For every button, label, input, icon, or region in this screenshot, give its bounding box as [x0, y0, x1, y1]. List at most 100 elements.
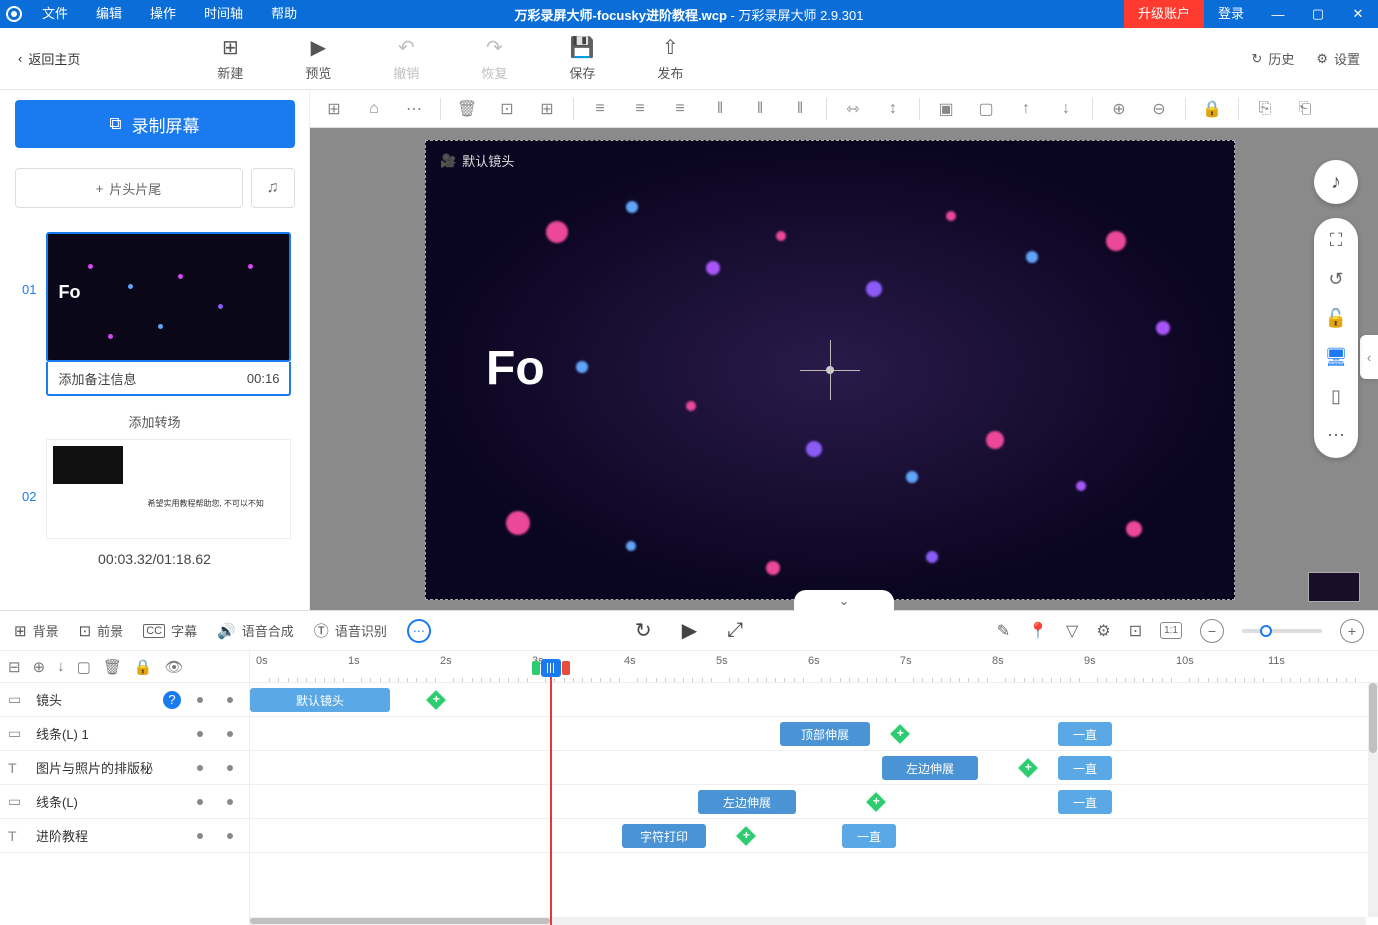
menu-help[interactable]: 帮助 — [257, 0, 311, 28]
menu-timeline[interactable]: 时间轴 — [190, 0, 257, 28]
close-button[interactable]: ✕ — [1338, 0, 1378, 28]
more-tabs-button[interactable]: ⋯ — [407, 619, 431, 643]
sort-icon[interactable]: ↓ — [57, 658, 65, 675]
save-button[interactable]: 💾保存 — [552, 35, 612, 82]
clip-item-1[interactable]: 01 Fo 添加备注信息 00:16 — [12, 232, 297, 396]
home-icon[interactable]: ⌂ — [356, 94, 392, 124]
track-area[interactable]: 0s1s2s3s4s5s6s7s8s9s10s11s 默认镜头顶部伸展一直左边伸… — [250, 651, 1378, 925]
publish-button[interactable]: ⇧发布 — [640, 35, 700, 82]
menu-file[interactable]: 文件 — [28, 0, 82, 28]
tab-background[interactable]: ⊞背景 — [14, 621, 59, 640]
maximize-button[interactable]: ▢ — [1298, 0, 1338, 28]
align-center-icon[interactable]: ≡ — [622, 94, 658, 124]
pin-icon[interactable]: 📍 — [1028, 621, 1048, 641]
stage[interactable]: 🎥 默认镜头 Fo — [425, 140, 1235, 600]
clip-item-2[interactable]: 02 希望实用教程帮助您, 不可以不知 — [12, 439, 297, 539]
time-ruler[interactable]: 0s1s2s3s4s5s6s7s8s9s10s11s — [250, 651, 1378, 683]
keyframe-add[interactable] — [425, 689, 448, 712]
fit-icon[interactable]: 1:1 — [1160, 622, 1182, 639]
more-float-icon[interactable]: ⋯ — [1327, 425, 1345, 446]
lock-icon[interactable]: 🔓 — [1325, 308, 1347, 329]
login-button[interactable]: 登录 — [1204, 0, 1258, 28]
keyframe-add[interactable] — [1017, 757, 1040, 780]
delete-icon[interactable]: 🗑 — [103, 658, 122, 676]
track[interactable]: 顶部伸展 一直 — [250, 717, 1378, 751]
fullscreen-icon[interactable]: ⛶ — [1330, 230, 1343, 251]
dist-h-icon[interactable]: ⇿ — [835, 94, 871, 124]
zoom-out-timeline[interactable]: − — [1200, 619, 1224, 643]
expand-button[interactable]: ⤢ — [727, 619, 743, 642]
filter2-icon[interactable]: ▢ — [77, 658, 91, 676]
expand-tab[interactable]: ‹ — [1360, 335, 1378, 379]
track[interactable]: 默认镜头 — [250, 683, 1378, 717]
redo-button[interactable]: ↷恢复 — [464, 35, 524, 82]
clip-block[interactable]: 左边伸展 — [698, 790, 796, 814]
settings2-icon[interactable]: ⚙ — [1096, 621, 1110, 641]
track-row[interactable]: T图片与照片的排版秘 — [0, 751, 249, 785]
clip-block[interactable]: 一直 — [842, 824, 896, 848]
tool-icon[interactable]: ⊞ — [529, 94, 565, 124]
record-screen-button[interactable]: ⧉ 录制屏幕 — [15, 100, 295, 148]
zoom-in-icon[interactable]: ⊕ — [1101, 94, 1137, 124]
layer-back-icon[interactable]: ▢ — [968, 94, 1004, 124]
align-bottom-icon[interactable]: ‖ — [782, 94, 818, 124]
mini-thumbnail[interactable] — [1308, 572, 1360, 602]
undo-button[interactable]: ↶撤销 — [376, 35, 436, 82]
selection-icon[interactable]: ⊡ — [1129, 621, 1142, 641]
dist-v-icon[interactable]: ↕ — [875, 94, 911, 124]
menu-operate[interactable]: 操作 — [136, 0, 190, 28]
track-row[interactable]: ▭线条(L) 1 — [0, 717, 249, 751]
help-icon[interactable]: ? — [163, 691, 181, 709]
music-button[interactable]: ♫ — [251, 168, 295, 208]
focus-icon[interactable]: ⊡ — [489, 94, 525, 124]
zoom-out-icon[interactable]: ⊖ — [1141, 94, 1177, 124]
settings-button[interactable]: ⚙设置 — [1316, 49, 1360, 68]
menu-edit[interactable]: 编辑 — [82, 0, 136, 28]
clip-block[interactable]: 字符打印 — [622, 824, 706, 848]
zoom-in-timeline[interactable]: + — [1340, 619, 1364, 643]
keyframe-add[interactable] — [735, 825, 758, 848]
clip-thumbnail[interactable]: Fo — [46, 232, 291, 362]
play-button[interactable]: ▶ — [682, 618, 697, 643]
history-button[interactable]: ↻历史 — [1251, 49, 1294, 68]
lock-icon[interactable]: 🔒 — [1194, 94, 1230, 124]
copy-icon[interactable]: ⎘ — [1247, 94, 1283, 124]
align-left-icon[interactable]: ≡ — [582, 94, 618, 124]
back-icon[interactable]: ⊟ — [8, 658, 21, 676]
timeline-hscroll[interactable] — [250, 917, 1366, 925]
track[interactable]: 左边伸展 一直 — [250, 785, 1378, 819]
upgrade-button[interactable]: 升级账户 — [1124, 0, 1204, 28]
align-mid-icon[interactable]: ‖ — [742, 94, 778, 124]
layer-down-icon[interactable]: ↓ — [1048, 94, 1084, 124]
folder-add-icon[interactable]: ⊕ — [33, 658, 46, 676]
title-end-button[interactable]: + 片头片尾 — [15, 168, 243, 208]
lock-track-icon[interactable]: 🔒 — [134, 658, 153, 676]
layer-front-icon[interactable]: ▣ — [928, 94, 964, 124]
track-row[interactable]: T进阶教程 — [0, 819, 249, 853]
clip-thumbnail[interactable]: 希望实用教程帮助您, 不可以不知 — [46, 439, 291, 539]
paste-icon[interactable]: ⎗ — [1287, 94, 1323, 124]
preview-button[interactable]: ▶预览 — [288, 35, 348, 82]
keyframe-add[interactable] — [865, 791, 888, 814]
layer-up-icon[interactable]: ↑ — [1008, 94, 1044, 124]
mobile-icon[interactable]: ▯ — [1331, 386, 1341, 407]
clip-block[interactable]: 一直 — [1058, 722, 1112, 746]
back-home-button[interactable]: ‹ 返回主页 — [18, 49, 80, 68]
clip-block[interactable]: 一直 — [1058, 756, 1112, 780]
transition-label[interactable]: 添加转场 — [128, 404, 180, 439]
clip-block[interactable]: 顶部伸展 — [780, 722, 870, 746]
track[interactable]: 左边伸展 一直 — [250, 751, 1378, 785]
collapse-toggle[interactable]: ⌄ — [794, 590, 894, 612]
clip-block[interactable]: 默认镜头 — [250, 688, 390, 712]
filter-icon[interactable]: ▽ — [1066, 621, 1078, 641]
align-right-icon[interactable]: ≡ — [662, 94, 698, 124]
eye-icon[interactable]: 👁 — [165, 658, 184, 676]
trash-icon[interactable]: 🗑 — [449, 94, 485, 124]
minimize-button[interactable]: — — [1258, 0, 1298, 28]
clip-block[interactable]: 一直 — [1058, 790, 1112, 814]
tab-foreground[interactable]: ⊡前景 — [79, 621, 124, 640]
more-icon[interactable]: ⋯ — [396, 94, 432, 124]
revert-icon[interactable]: ↺ — [1328, 269, 1343, 290]
clip-block[interactable]: 左边伸展 — [882, 756, 978, 780]
monitor-icon[interactable]: 🖥 — [1325, 347, 1348, 368]
